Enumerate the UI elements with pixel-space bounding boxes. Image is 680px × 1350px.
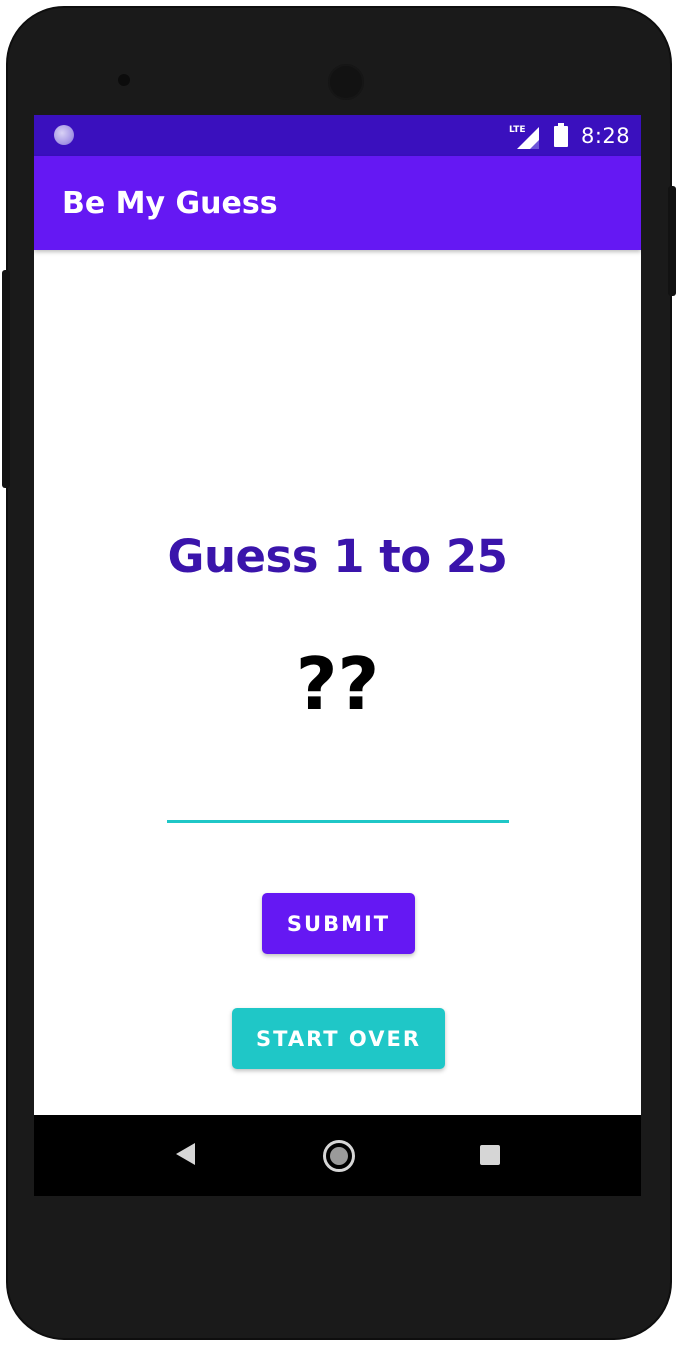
signal-icon: LTE — [509, 125, 539, 149]
main-content: Guess 1 to 25 ?? SUBMIT START OVER — [34, 250, 641, 1115]
home-icon-inner — [330, 1147, 348, 1165]
guess-input[interactable] — [167, 780, 509, 823]
app-title: Be My Guess — [62, 186, 278, 221]
guess-range-heading: Guess 1 to 25 — [167, 530, 508, 583]
app-bar: Be My Guess — [34, 156, 641, 250]
recent-apps-icon[interactable] — [480, 1145, 500, 1165]
notification-dot-icon — [54, 125, 74, 145]
network-type-label: LTE — [509, 125, 526, 135]
battery-icon — [554, 123, 568, 147]
start-over-button[interactable]: START OVER — [232, 1008, 445, 1069]
volume-rocker — [2, 270, 10, 488]
power-button — [668, 186, 676, 296]
home-icon[interactable] — [323, 1140, 355, 1172]
device-frame-background: LTE 8:28 Be My Guess Guess 1 to 25 ?? SU… — [0, 0, 680, 1350]
front-camera — [118, 74, 130, 86]
back-icon[interactable] — [176, 1143, 195, 1165]
submit-button[interactable]: SUBMIT — [262, 893, 415, 954]
mystery-number-display: ?? — [295, 642, 380, 726]
status-time: 8:28 — [581, 124, 631, 148]
screen: LTE 8:28 Be My Guess Guess 1 to 25 ?? SU… — [34, 115, 641, 1196]
status-bar: LTE 8:28 — [34, 115, 641, 156]
navigation-bar — [34, 1115, 641, 1196]
earpiece-speaker — [328, 64, 364, 100]
